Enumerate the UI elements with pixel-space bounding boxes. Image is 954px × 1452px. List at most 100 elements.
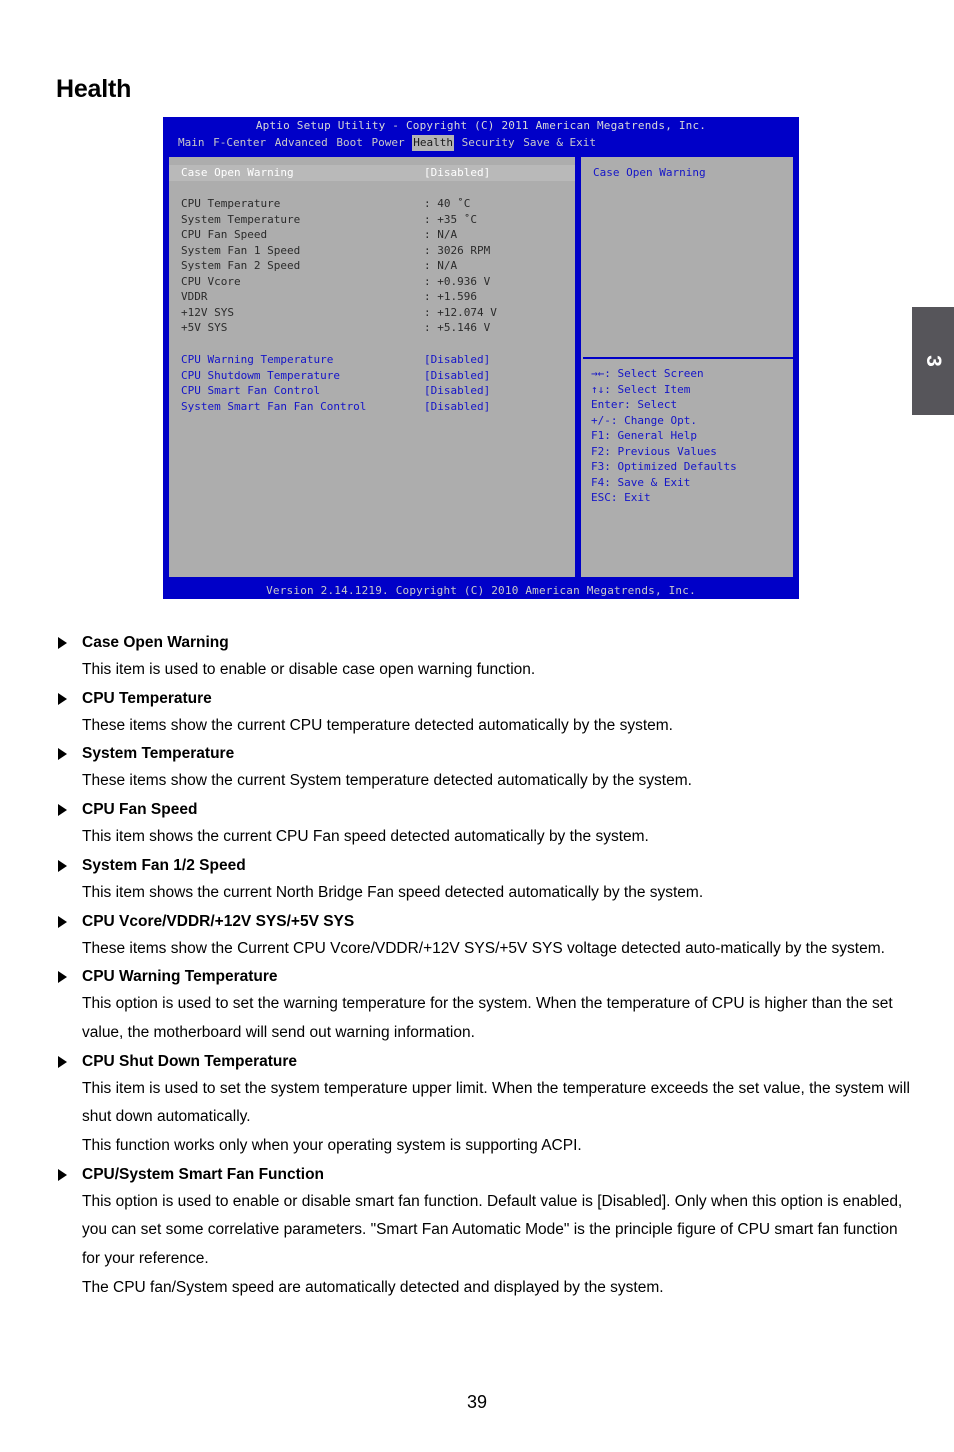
doc-section-heading: System Fan 1/2 Speed bbox=[56, 852, 916, 879]
bios-row-value: [Disabled] bbox=[424, 399, 491, 413]
doc-section-paragraph: This item shows the current North Bridge… bbox=[82, 883, 704, 901]
doc-section: CPU Fan Speed This item shows the current… bbox=[56, 796, 916, 852]
bios-setting-row-3[interactable]: System Smart Fan Fan Control [Disabled] bbox=[169, 399, 575, 415]
bios-menu-item-advanced[interactable]: Advanced bbox=[274, 135, 329, 151]
bios-row-label: CPU Temperature bbox=[181, 197, 281, 210]
triangle-bullet-icon bbox=[58, 804, 67, 817]
bios-row-value: [Disabled] bbox=[424, 353, 491, 366]
triangle-bullet-icon bbox=[58, 915, 67, 928]
doc-section-heading-text: CPU Fan Speed bbox=[82, 801, 198, 819]
doc-section-heading: CPU Warning Temperature bbox=[56, 963, 916, 990]
doc-section-paragraph: This function works only when your opera… bbox=[82, 1137, 582, 1155]
triangle-bullet-icon bbox=[58, 971, 67, 984]
doc-section-paragraph: This item is used to set the system temp… bbox=[82, 1079, 910, 1126]
bios-row-value: : N/A bbox=[424, 259, 458, 272]
triangle-bullet-icon bbox=[58, 748, 67, 761]
triangle-bullet-icon bbox=[58, 1055, 67, 1068]
bios-menu-item-save-exit[interactable]: Save & Exit bbox=[522, 135, 597, 151]
bios-row-label: CPU Smart Fan Control bbox=[181, 384, 321, 397]
triangle-bullet-icon bbox=[58, 859, 67, 872]
doc-section-heading-text: CPU Warning Temperature bbox=[82, 968, 278, 986]
doc-section: CPU Temperature These items show the curr… bbox=[56, 685, 916, 741]
bios-sensor-list: CPU Temperature : 40 ˚C System Temperature… bbox=[169, 196, 575, 336]
bios-menu-item-main[interactable]: Main bbox=[177, 135, 206, 151]
bios-help-key-5: F2: Previous Values bbox=[591, 444, 717, 458]
bios-row-label: System Temperature bbox=[181, 212, 301, 226]
doc-section: CPU Warning Temperature This option is us… bbox=[56, 963, 916, 1047]
doc-section-heading: CPU/System Smart Fan Function bbox=[56, 1161, 916, 1188]
bios-row-value: [Disabled] bbox=[424, 368, 491, 382]
bios-sensor-row-7: +12V SYS : +12.074 V bbox=[169, 305, 575, 321]
bios-help-title: Case Open Warning bbox=[593, 166, 706, 179]
doc-section-paragraph: These items show the Current CPU Vcore/V… bbox=[82, 939, 885, 957]
doc-section-paragraph: This option is used to enable or disable… bbox=[82, 1192, 903, 1268]
doc-section-heading-text: CPU Temperature bbox=[82, 689, 212, 707]
bios-row-value: [Disabled] bbox=[424, 166, 491, 179]
chapter-number: 3 bbox=[922, 355, 945, 367]
bios-help-key-3: +/-: Change Opt. bbox=[591, 413, 697, 427]
bios-row-value: : +5.146 V bbox=[424, 321, 491, 334]
bios-row-value: : 40 ˚C bbox=[424, 197, 471, 210]
doc-section-heading: CPU Fan Speed bbox=[56, 796, 916, 823]
bios-menu-item-security[interactable]: Security bbox=[461, 135, 516, 151]
bios-help-key-2: Enter: Select bbox=[591, 398, 678, 411]
page-number: 39 bbox=[466, 1392, 488, 1412]
bios-selected-row-group: Case Open Warning [Disabled] bbox=[169, 165, 575, 181]
doc-section-heading-text: Case Open Warning bbox=[82, 634, 229, 651]
doc-section-heading: CPU Vcore/VDDR/+12V SYS/+5V SYS bbox=[56, 908, 916, 935]
bios-row-value: : 3026 RPM bbox=[424, 243, 491, 257]
documentation-body: Case Open Warning This item is used to en… bbox=[56, 629, 916, 1303]
bios-sensor-row-0: CPU Temperature : 40 ˚C bbox=[169, 196, 575, 212]
page-title: Health bbox=[56, 74, 132, 103]
triangle-bullet-icon bbox=[58, 637, 67, 649]
doc-section-paragraph: This item is used to enable or disable c… bbox=[82, 661, 536, 678]
bios-setup-screenshot: Aptio Setup Utility - Copyright (C) 2011… bbox=[163, 117, 799, 599]
bios-menu-item-power[interactable]: Power bbox=[370, 135, 405, 151]
doc-section-heading-text: CPU Vcore/VDDR/+12V SYS/+5V SYS bbox=[82, 912, 355, 930]
bios-setting-row-1[interactable]: CPU Shutdowm Temperature [Disabled] bbox=[169, 368, 575, 384]
bios-menu-item-f-center[interactable]: F-Center bbox=[212, 135, 267, 151]
bios-sensor-row-2: CPU Fan Speed: N/A bbox=[169, 227, 575, 243]
bios-row-case-open-warning[interactable]: Case Open Warning [Disabled] bbox=[169, 165, 575, 181]
bios-menu-item-boot[interactable]: Boot bbox=[335, 135, 364, 151]
bios-menubar[interactable]: Main F-Center Advanced Boot Power Health… bbox=[163, 135, 799, 151]
bios-row-value: : +1.596 bbox=[424, 290, 477, 303]
bios-setting-list[interactable]: CPU Warning Temperature [Disabled] CPU Shu… bbox=[169, 352, 575, 414]
doc-section-heading: Case Open Warning bbox=[56, 629, 916, 656]
bios-help-key-6: F3: Optimized Defaults bbox=[591, 460, 737, 473]
bios-setting-row-0[interactable]: CPU Warning Temperature [Disabled] bbox=[169, 352, 575, 368]
bios-row-label: System Fan 2 Speed bbox=[181, 259, 301, 272]
bios-row-label: +12V SYS bbox=[181, 305, 234, 319]
bios-row-label: Case Open Warning bbox=[181, 166, 294, 179]
bios-sensor-row-3: System Fan 1 Speed: 3026 RPM bbox=[169, 243, 575, 259]
bios-row-label: System Smart Fan Fan Control bbox=[181, 399, 367, 413]
doc-section-heading: CPU Temperature bbox=[56, 685, 916, 712]
bios-help-key-8: ESC: Exit bbox=[591, 491, 651, 504]
doc-section: CPU Shut Down Temperature This item is us… bbox=[56, 1048, 916, 1161]
bios-help-key-1: ↑↓: Select Item bbox=[591, 382, 691, 396]
bios-menu-item-health[interactable]: Health bbox=[412, 135, 454, 151]
doc-section-paragraph: This item shows the current CPU Fan spee… bbox=[82, 828, 649, 846]
bios-row-value: : +35 ˚C bbox=[424, 212, 477, 226]
bios-help-divider bbox=[583, 357, 795, 359]
bios-row-label: +5V SYS bbox=[181, 321, 228, 334]
doc-section: CPU/System Smart Fan Function This option… bbox=[56, 1161, 916, 1303]
doc-section-paragraph: These items show the current CPU tempera… bbox=[82, 716, 673, 734]
bios-help-key-7: F4: Save & Exit bbox=[591, 475, 691, 489]
doc-section-heading-text: CPU Shut Down Temperature bbox=[82, 1052, 298, 1070]
bios-help-key-0: →←: Select Screen bbox=[591, 367, 704, 380]
bios-help-keys: →←: Select Screen ↑↓: Select Item Enter: S… bbox=[591, 366, 795, 506]
doc-section-heading-text: System Temperature bbox=[82, 745, 235, 763]
doc-section-heading-text: System Fan 1/2 Speed bbox=[82, 856, 246, 874]
bios-row-value: : +0.936 V bbox=[424, 274, 491, 288]
bios-sensor-row-8: +5V SYS : +5.146 V bbox=[169, 320, 575, 336]
bios-row-label: VDDR bbox=[181, 290, 208, 303]
bios-sensor-row-4: System Fan 2 Speed : N/A bbox=[169, 258, 575, 274]
bios-setting-row-2[interactable]: CPU Smart Fan Control [Disabled] bbox=[169, 383, 575, 399]
bios-row-label: CPU Warning Temperature bbox=[181, 353, 334, 366]
bios-row-value: [Disabled] bbox=[424, 384, 491, 397]
doc-section-paragraph: These items show the current System temp… bbox=[82, 772, 692, 790]
doc-section: System Fan 1/2 Speed This item shows the … bbox=[56, 852, 916, 908]
bios-row-value: : +12.074 V bbox=[424, 305, 497, 319]
doc-section-heading: System Temperature bbox=[56, 740, 916, 767]
